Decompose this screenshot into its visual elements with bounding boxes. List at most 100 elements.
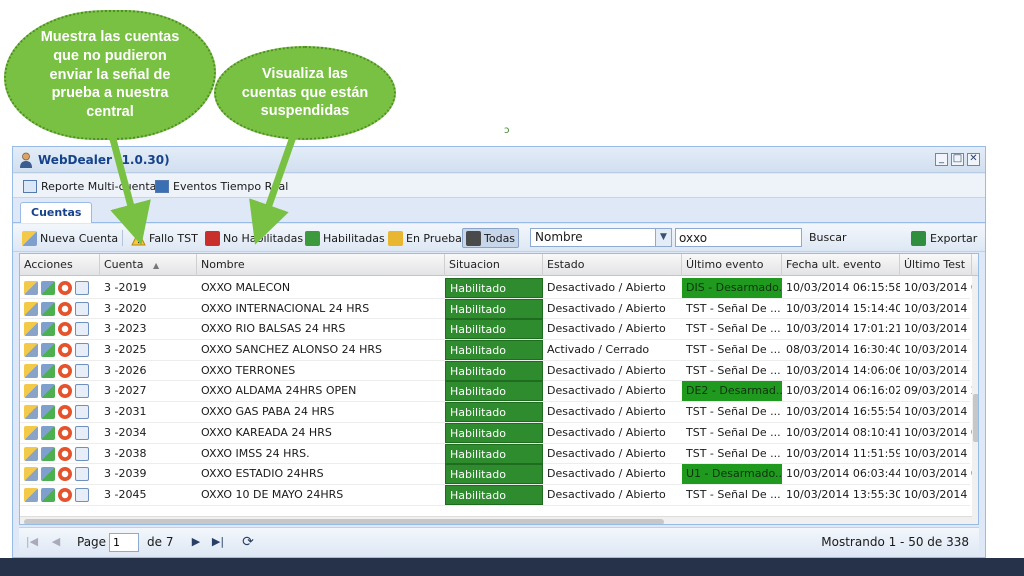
add-contact-icon[interactable] <box>41 467 55 482</box>
edit-account-icon[interactable] <box>24 405 38 420</box>
first-page-icon[interactable]: |◀ <box>25 535 39 549</box>
notes-icon[interactable] <box>75 301 89 316</box>
edit-account-icon[interactable] <box>24 446 38 461</box>
grid-header: Acciones Cuenta ▲ Nombre Situacion Estad… <box>20 254 978 276</box>
chevron-down-icon[interactable]: ▼ <box>655 229 671 246</box>
en-prueba-button[interactable]: En Prueba <box>385 228 465 248</box>
refresh-icon[interactable]: ⟳ <box>241 535 255 549</box>
maximize-button[interactable]: □ <box>951 153 964 166</box>
add-contact-icon[interactable] <box>41 343 55 358</box>
warning-icon <box>131 230 146 245</box>
last-page-icon[interactable]: ▶| <box>211 535 225 549</box>
search-input[interactable] <box>675 228 802 247</box>
alarm-clock-icon[interactable] <box>58 384 72 399</box>
edit-account-icon[interactable] <box>24 301 38 316</box>
no-habilitadas-button[interactable]: No Habilitadas <box>202 228 306 248</box>
add-contact-icon[interactable] <box>41 446 55 461</box>
alarm-clock-icon[interactable] <box>58 322 72 337</box>
edit-account-icon[interactable] <box>24 384 38 399</box>
table-row[interactable]: 3 -2038 OXXO IMSS 24 HRS. Habilitado Desact… <box>20 443 972 465</box>
alarm-clock-icon[interactable] <box>58 301 72 316</box>
menu-eventos-tiempo-real[interactable]: Eventos Tiempo Real <box>155 178 288 194</box>
alarm-clock-icon[interactable] <box>58 343 72 358</box>
alarm-clock-icon[interactable] <box>58 281 72 295</box>
notes-icon[interactable] <box>75 425 89 440</box>
notes-icon[interactable] <box>75 363 89 378</box>
notes-icon[interactable] <box>75 467 89 482</box>
cell-cuenta: 3 -2027 <box>104 384 147 398</box>
notes-icon[interactable] <box>75 343 89 358</box>
table-row[interactable]: 3 -2045 OXXO 10 DE MAYO 24HRS Habilitado De… <box>20 484 972 506</box>
edit-account-icon[interactable] <box>24 281 38 295</box>
notes-icon[interactable] <box>75 384 89 399</box>
add-contact-icon[interactable] <box>41 281 55 295</box>
table-row[interactable]: 3 -2019 OXXO MALECON Habilitado Desactivado… <box>20 278 972 299</box>
horizontal-scrollbar[interactable] <box>20 516 972 524</box>
vertical-scrollbar[interactable] <box>972 276 978 524</box>
notes-icon[interactable] <box>75 322 89 337</box>
todas-button[interactable]: Todas <box>462 228 520 248</box>
prev-page-icon[interactable]: ◀ <box>49 535 63 549</box>
column-header-ultimo-test[interactable]: Último Test <box>900 254 972 276</box>
notes-icon[interactable] <box>75 281 89 295</box>
add-contact-icon[interactable] <box>41 405 55 420</box>
edit-account-icon[interactable] <box>24 467 38 482</box>
edit-account-icon[interactable] <box>24 487 38 502</box>
menu-reporte-multicuenta[interactable]: Reporte Multi-cuenta <box>23 178 156 194</box>
column-header-estado[interactable]: Estado <box>543 254 682 276</box>
buscar-button[interactable]: Buscar <box>809 228 847 248</box>
column-header-situacion[interactable]: Situacion <box>445 254 543 276</box>
page-number-input[interactable] <box>109 533 139 552</box>
close-button[interactable]: ✕ <box>967 153 980 166</box>
table-row[interactable]: 3 -2023 OXXO RIO BALSAS 24 HRS Habilitado D… <box>20 319 972 341</box>
tab-cuentas[interactable]: Cuentas <box>20 202 93 223</box>
edit-account-icon[interactable] <box>24 343 38 358</box>
add-contact-icon[interactable] <box>41 487 55 502</box>
edit-account-icon[interactable] <box>24 425 38 440</box>
notes-icon[interactable] <box>75 446 89 461</box>
nueva-cuenta-button[interactable]: Nueva Cuenta <box>19 228 121 248</box>
page-label: Page <box>77 535 107 549</box>
alarm-clock-icon[interactable] <box>58 425 72 440</box>
alarm-clock-icon[interactable] <box>58 446 72 461</box>
column-header-fecha-ult-evento[interactable]: Fecha ult. evento <box>782 254 900 276</box>
column-header-acciones[interactable]: Acciones <box>20 254 100 276</box>
alarm-clock-icon[interactable] <box>58 467 72 482</box>
alarm-clock-icon[interactable] <box>58 487 72 502</box>
filter-field-select[interactable]: Nombre ▼ <box>530 228 672 247</box>
habilitadas-button[interactable]: Habilitadas <box>302 228 388 248</box>
table-row[interactable]: 3 -2026 OXXO TERRONES Habilitado Desactivad… <box>20 360 972 382</box>
table-row[interactable]: 3 -2020 OXXO INTERNACIONAL 24 HRS Habilita… <box>20 298 972 320</box>
edit-account-icon[interactable] <box>24 322 38 337</box>
vertical-scroll-thumb[interactable] <box>973 394 978 442</box>
column-header-ultimo-evento[interactable]: Último evento <box>682 254 782 276</box>
add-contact-icon[interactable] <box>41 425 55 440</box>
notes-icon[interactable] <box>75 405 89 420</box>
cell-situacion: Habilitado <box>445 464 543 485</box>
table-row[interactable]: 3 -2027 OXXO ALDAMA 24HRS OPEN Habilitado D… <box>20 381 972 403</box>
next-page-icon[interactable]: ▶ <box>189 535 203 549</box>
cell-nombre: OXXO KAREADA 24 HRS <box>201 425 332 439</box>
cell-cuenta: 3 -2031 <box>104 405 147 419</box>
notes-icon[interactable] <box>75 487 89 502</box>
add-contact-icon[interactable] <box>41 301 55 316</box>
exportar-button[interactable]: Exportar <box>911 228 977 248</box>
window-titlebar[interactable]: WebDealer (1.0.30) _ □ ✕ <box>13 147 985 173</box>
alarm-clock-icon[interactable] <box>58 363 72 378</box>
disabled-building-icon <box>205 230 220 246</box>
column-header-cuenta[interactable]: Cuenta ▲ <box>100 254 197 276</box>
table-row[interactable]: 3 -2025 OXXO SANCHEZ ALONSO 24 HRS Habilit… <box>20 340 972 361</box>
add-contact-icon[interactable] <box>41 322 55 337</box>
table-row[interactable]: 3 -2034 OXXO KAREADA 24 HRS Habilitado Desa… <box>20 422 972 444</box>
edit-account-icon[interactable] <box>24 363 38 378</box>
horizontal-scroll-thumb[interactable] <box>24 519 664 524</box>
fallo-tst-button[interactable]: Fallo TST <box>128 228 201 248</box>
table-row[interactable]: 3 -2031 OXXO GAS PABA 24 HRS Habilitado Des… <box>20 402 972 423</box>
alarm-clock-icon[interactable] <box>58 405 72 420</box>
add-contact-icon[interactable] <box>41 384 55 399</box>
table-row[interactable]: 3 -2039 OXXO ESTADIO 24HRS Habilitado Desac… <box>20 464 972 485</box>
cell-cuenta: 3 -2039 <box>104 467 147 481</box>
add-contact-icon[interactable] <box>41 363 55 378</box>
column-header-nombre[interactable]: Nombre <box>197 254 445 276</box>
minimize-button[interactable]: _ <box>935 153 948 166</box>
